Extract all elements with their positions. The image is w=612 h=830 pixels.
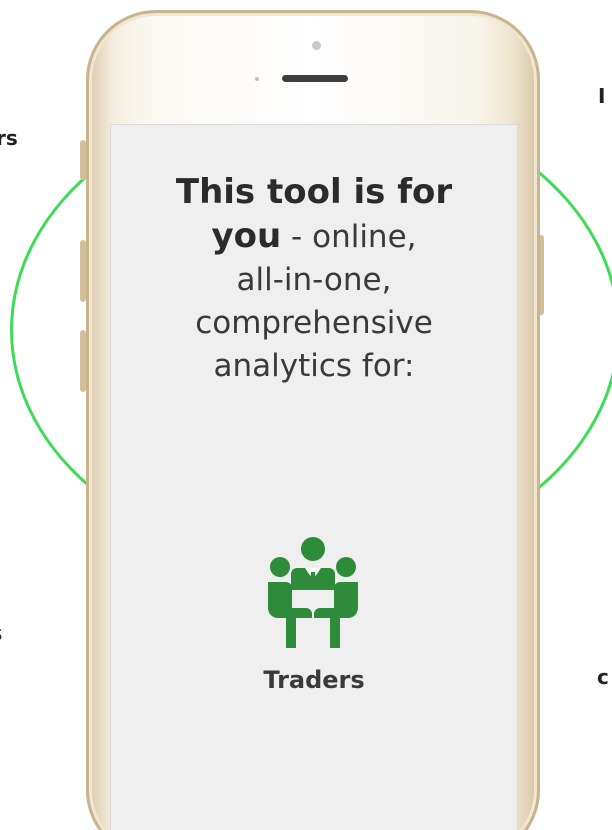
front-camera-icon — [312, 41, 321, 50]
headline-line-5: analytics for: — [213, 348, 415, 384]
side-label-bottom-left: s — [0, 623, 2, 643]
headline-line-1: This tool is for — [110, 171, 518, 215]
promo-stage: rs s I c This tool is for you - online, … — [0, 0, 612, 830]
headline-line-3: all-in-one, — [236, 262, 392, 298]
phone-screen: This tool is for you - online, all-in-on… — [110, 124, 518, 830]
people-meeting-icon-svg — [268, 537, 358, 648]
audience-caption: Traders — [263, 666, 365, 694]
headline-rest-1: - online, — [281, 219, 417, 255]
headline-bold-2: you — [211, 216, 282, 256]
side-label-top-left: rs — [0, 126, 18, 150]
headline-line-4: comprehensive — [195, 305, 433, 341]
proximity-sensor-icon — [255, 77, 259, 81]
earpiece-speaker — [282, 75, 348, 82]
side-label-top-right: I — [598, 84, 606, 108]
headline-line-2: you - online, — [110, 215, 518, 259]
headline-bold-1: This tool is for — [175, 172, 453, 212]
people-meeting-icon — [263, 534, 363, 654]
headline: This tool is for you - online, all-in-on… — [110, 171, 518, 388]
side-label-bottom-right: c — [597, 665, 609, 689]
